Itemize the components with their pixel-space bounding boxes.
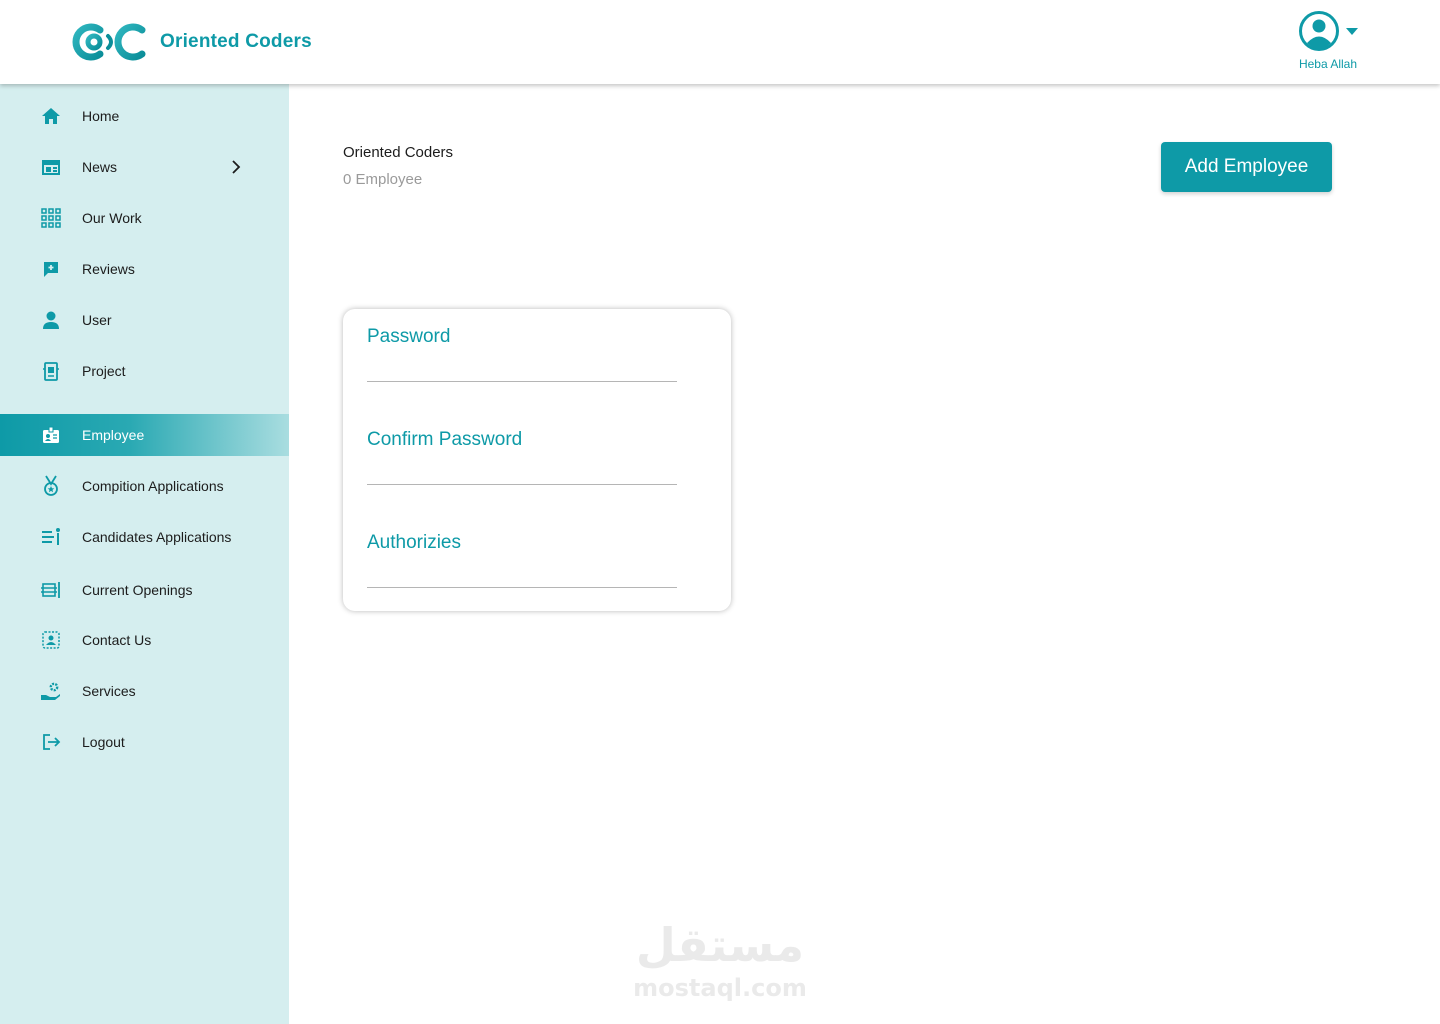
sidebar-item-project[interactable]: Project: [0, 350, 289, 392]
sidebar-item-label: Services: [82, 683, 136, 699]
user-menu[interactable]: Heba Allah: [1290, 10, 1366, 74]
sidebar-item-label: News: [82, 159, 118, 175]
sidebar-item-home[interactable]: Home: [0, 95, 289, 137]
sidebar-item-logout[interactable]: Logout: [0, 721, 289, 763]
confirm-password-input[interactable]: [367, 463, 677, 485]
logout-icon: [43, 734, 61, 750]
password-field: Password: [367, 326, 677, 382]
confirm-password-label: Confirm Password: [367, 429, 523, 450]
badge-icon: [43, 426, 59, 443]
chevron-right-icon[interactable]: [230, 160, 242, 174]
top-header: Oriented Coders Heba Allah: [0, 0, 1440, 84]
sidebar-item-contact-us[interactable]: Contact Us: [0, 619, 289, 661]
user-icon: [43, 311, 59, 329]
authorizies-field: Authorizies: [367, 532, 677, 588]
contact-icon: [42, 631, 60, 649]
confirm-password-field: Confirm Password: [367, 429, 677, 485]
sidebar-item-label: Candidates Applications: [82, 529, 232, 545]
grid-icon: [41, 208, 61, 228]
employee-count: 0 Employee: [343, 171, 423, 188]
watermark-arabic: مستقل: [635, 918, 805, 972]
watermark: مستقل mostaql.com: [632, 918, 808, 1008]
sidebar-item-label: Home: [82, 108, 120, 124]
sidebar-item-reviews[interactable]: Reviews: [0, 248, 289, 290]
sidebar-item-user[interactable]: User: [0, 299, 289, 341]
openings-icon: [41, 582, 60, 598]
candidates-icon: [42, 528, 60, 545]
password-label: Password: [367, 326, 451, 347]
brand-name: Oriented Coders: [160, 31, 312, 52]
brand-logo[interactable]: Oriented Coders: [70, 22, 312, 62]
sidebar-item-label: Contact Us: [82, 632, 152, 648]
organization-name: Oriented Coders: [343, 144, 454, 161]
sidebar-item-services[interactable]: Services: [0, 670, 289, 712]
sidebar-item-compition-applications[interactable]: Compition Applications: [0, 465, 289, 507]
watermark-latin: mostaql.com: [633, 974, 807, 1002]
sidebar-item-candidates-applications[interactable]: Candidates Applications: [0, 516, 289, 558]
sidebar-item-label: Reviews: [82, 261, 135, 277]
employee-form-card: Password Confirm Password Authorizies: [343, 309, 731, 611]
user-avatar-icon: [1299, 11, 1339, 51]
sidebar-item-label: Employee: [82, 427, 145, 443]
sidebar: Home News Our Work Reviews User Project …: [0, 84, 289, 1024]
sidebar-item-label: User: [82, 312, 112, 328]
sidebar-item-current-openings[interactable]: Current Openings: [0, 569, 289, 611]
medal-icon: [44, 475, 58, 496]
home-icon: [42, 108, 60, 124]
sidebar-item-our-work[interactable]: Our Work: [0, 197, 289, 239]
authorizies-input[interactable]: [367, 566, 677, 588]
sidebar-item-label: Our Work: [82, 210, 142, 226]
project-icon: [43, 362, 59, 381]
sidebar-item-label: Logout: [82, 734, 125, 750]
sidebar-item-employee[interactable]: Employee: [0, 414, 289, 456]
authorizies-label: Authorizies: [367, 532, 461, 553]
services-icon: [41, 682, 60, 700]
add-employee-button[interactable]: Add Employee: [1161, 142, 1332, 192]
chevron-down-icon[interactable]: [1346, 28, 1358, 35]
sidebar-item-news[interactable]: News: [0, 146, 289, 188]
review-icon: [44, 262, 58, 277]
user-name: Heba Allah: [1298, 57, 1358, 71]
sidebar-item-label: Compition Applications: [82, 478, 224, 494]
oc-logo-icon: [72, 23, 146, 61]
sidebar-item-label: Project: [82, 363, 126, 379]
password-input[interactable]: [367, 360, 677, 382]
news-icon: [42, 160, 60, 175]
sidebar-item-label: Current Openings: [82, 582, 193, 598]
